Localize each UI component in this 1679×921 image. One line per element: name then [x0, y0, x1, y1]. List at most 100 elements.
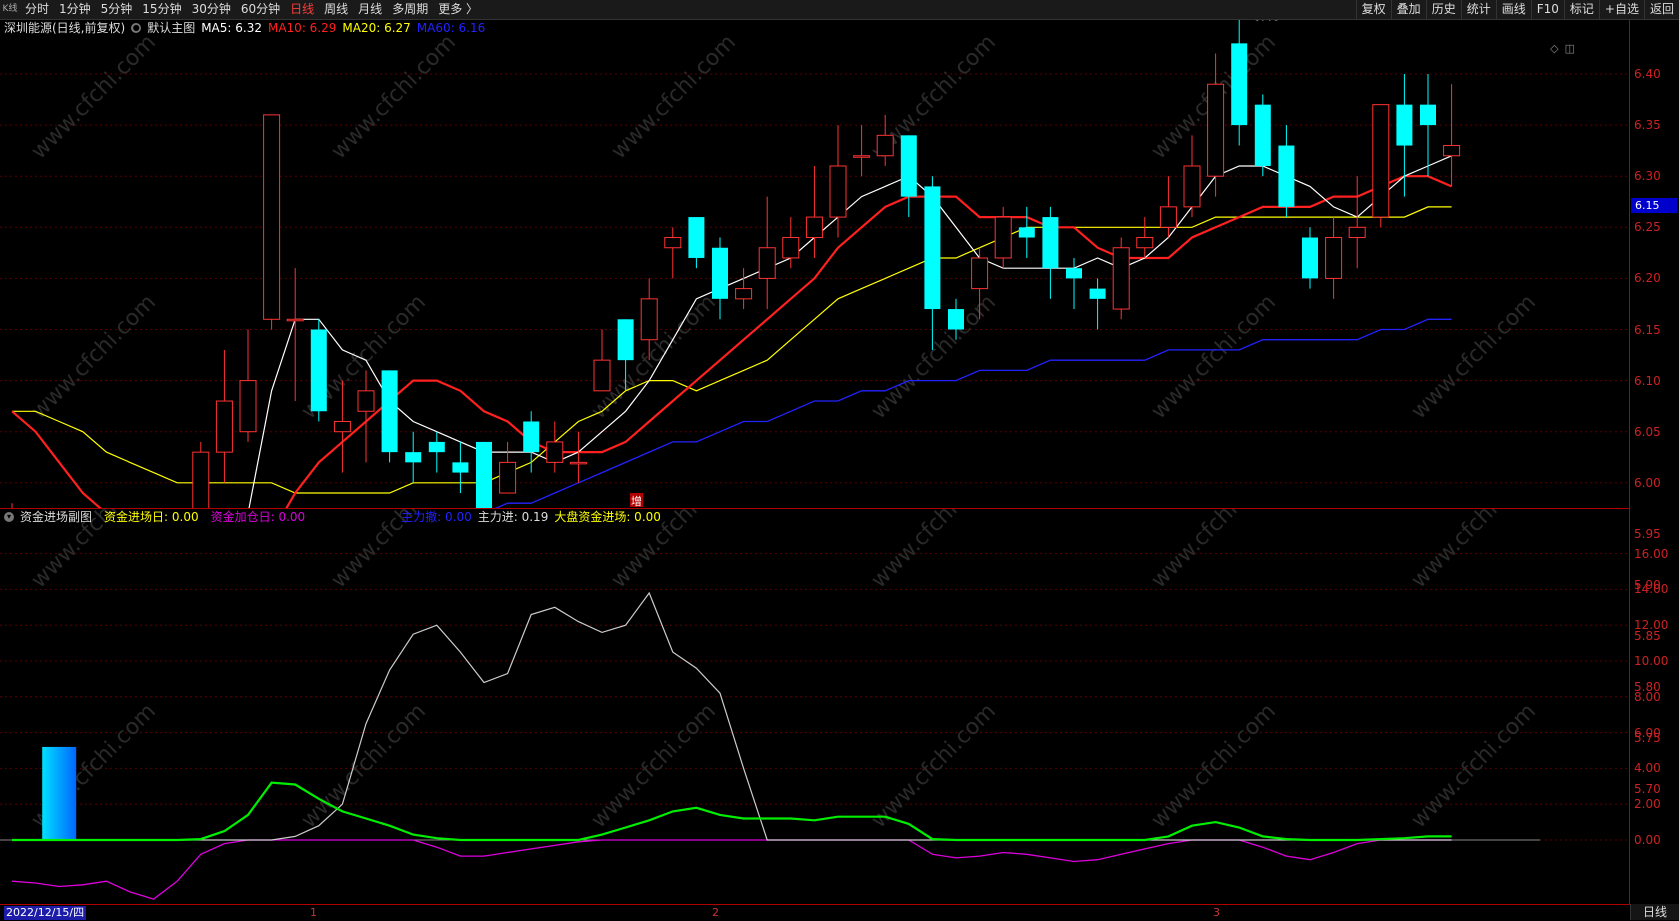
- candle: [735, 268, 753, 310]
- sub-tick-label: 16.00: [1634, 546, 1669, 561]
- candle: [1018, 206, 1035, 258]
- candle: [1302, 227, 1318, 289]
- watermark-text: www.cfchi.com: [867, 290, 1001, 424]
- period-tab-10[interactable]: 更多 〉: [433, 0, 483, 19]
- period-tab-2[interactable]: 5分钟: [96, 0, 138, 19]
- date-bar: 2022/12/15/四 1 2 3: [0, 904, 1679, 921]
- main-chart-panel[interactable]: www.cfchi.com www.cfchi.com www.cfchi.com w…: [0, 10, 1629, 850]
- watermark-text: www.cfchi.com: [1407, 699, 1541, 833]
- sub-tick-label: 2.00: [1634, 797, 1661, 812]
- tool-button-4[interactable]: 画线: [1495, 0, 1531, 19]
- tool-button-8[interactable]: 返回: [1643, 0, 1679, 19]
- candle: [215, 349, 233, 483]
- candle: [1136, 217, 1154, 258]
- sub-tick-label: 12.00: [1634, 618, 1669, 633]
- tool-button-0[interactable]: 复权: [1355, 0, 1391, 19]
- price-tick-label: 6.30: [1634, 169, 1661, 184]
- cursor-date: 2022/12/15/四: [4, 906, 87, 920]
- right-toolbar: 复权 叠加 历史 统计 画线 F10 标记 +自选 返回: [1355, 0, 1679, 19]
- period-tab-6[interactable]: 日线: [285, 0, 319, 19]
- watermark-text: www.cfchi.com: [1407, 509, 1541, 593]
- period-tab-0[interactable]: 分时: [20, 0, 54, 19]
- ma5-label: MA5: 6.32: [201, 21, 262, 35]
- candle: [853, 125, 871, 177]
- watermark-text: www.cfchi.com: [587, 699, 721, 833]
- watermark-text: www.cfchi.com: [1147, 290, 1281, 424]
- candle: [688, 217, 705, 269]
- candle: [1348, 176, 1366, 269]
- candle: [1231, 12, 1248, 146]
- candle: [476, 441, 492, 534]
- sub-label-e: 大盘资金进场: 0.00: [554, 510, 661, 524]
- month-mark-2: 2: [712, 906, 719, 919]
- watermark-text: www.cfchi.com: [27, 30, 161, 164]
- sub-tick-label: 6.00: [1634, 725, 1661, 740]
- white-line: [12, 591, 1452, 841]
- current-price-tag: 6.15: [1631, 198, 1677, 213]
- sub-tick-label: 0.00: [1634, 833, 1661, 847]
- candle: [1042, 206, 1059, 299]
- sub-tick-label: 4.00: [1634, 761, 1661, 776]
- price-tick-label: 6.15: [1634, 322, 1661, 337]
- ma10-label: MA10: 6.29: [267, 21, 337, 35]
- high-label: 6.46: [1253, 20, 1280, 24]
- watermark-text: www.cfchi.com: [297, 699, 431, 833]
- price-tick-label: 6.20: [1634, 271, 1661, 286]
- sub-tick-label: 8.00: [1634, 689, 1661, 704]
- candle: [239, 329, 257, 442]
- candle: [523, 411, 540, 473]
- axis-divider: [1629, 20, 1630, 904]
- candlestick-chart[interactable]: www.cfchi.com www.cfchi.com www.cfchi.com w…: [0, 10, 1629, 850]
- period-tab-9[interactable]: 多周期: [387, 0, 433, 19]
- candle: [758, 196, 776, 310]
- price-tick-label: 6.25: [1634, 220, 1661, 235]
- green-line: [12, 781, 1452, 842]
- candle: [805, 165, 823, 258]
- candle: [593, 329, 611, 392]
- main-info-line: 深圳能源(日线,前复权) ● 默认主图 MA5: 6.32 MA10: 6.29…: [4, 20, 485, 36]
- price-tick-label: 6.35: [1634, 118, 1661, 133]
- sub-tick-label: 10.00: [1634, 654, 1669, 668]
- period-tab-7[interactable]: 周线: [319, 0, 353, 19]
- tool-button-3[interactable]: 统计: [1460, 0, 1496, 19]
- settings-dot-icon[interactable]: ●: [131, 23, 142, 33]
- sub-title[interactable]: 资金进场副图: [20, 509, 92, 525]
- app-logo-icon: K线: [2, 4, 18, 14]
- sub-label-a: 资金进场日: 0.00: [104, 510, 199, 524]
- candle: [900, 135, 917, 218]
- candle: [263, 114, 281, 330]
- period-tab-3[interactable]: 15分钟: [137, 0, 186, 19]
- price-tick-label: 6.40: [1634, 67, 1661, 81]
- candle: [1420, 74, 1436, 177]
- candle: [664, 227, 682, 279]
- sub-tick-label: 14.00: [1634, 582, 1669, 597]
- tool-button-6[interactable]: 标记: [1563, 0, 1599, 19]
- period-tab-5[interactable]: 60分钟: [236, 0, 285, 19]
- diamond-icon[interactable]: ◇: [1550, 42, 1558, 55]
- sub-info-line: ▾ 资金进场副图 资金进场日: 0.00 资金加仓日: 0.00 主力撤: 0.…: [4, 509, 661, 525]
- candle: [192, 441, 210, 637]
- panel-toggle-icon[interactable]: ◫: [1565, 42, 1575, 55]
- sub-chart-panel[interactable]: www.cfchi.com www.cfchi.com www.cfchi.com w…: [0, 459, 1629, 904]
- indicator-chart[interactable]: www.cfchi.com www.cfchi.com www.cfchi.com w…: [0, 459, 1629, 904]
- watermark-text: www.cfchi.com: [27, 290, 161, 424]
- candle: [310, 319, 327, 422]
- tool-button-5[interactable]: F10: [1530, 0, 1564, 19]
- tool-button-7[interactable]: +自选: [1598, 0, 1644, 19]
- stock-name: 深圳能源(日线,前复权): [4, 21, 126, 35]
- tool-button-2[interactable]: 历史: [1425, 0, 1461, 19]
- candle: [3, 503, 21, 575]
- sub-collapse-icon[interactable]: ▾: [4, 512, 14, 522]
- period-tab-4[interactable]: 30分钟: [187, 0, 236, 19]
- period-tab-1[interactable]: 1分钟: [54, 0, 96, 19]
- candle: [1112, 237, 1130, 320]
- period-tab-8[interactable]: 月线: [353, 0, 387, 19]
- period-label[interactable]: 日线: [1630, 904, 1679, 920]
- tool-button-1[interactable]: 叠加: [1390, 0, 1426, 19]
- zeng-text: 增: [631, 494, 642, 508]
- chart-name[interactable]: 默认主图: [147, 20, 195, 36]
- candle: [428, 431, 445, 473]
- fund-entry-bar: [42, 746, 77, 840]
- ma20-label: MA20: 6.27: [342, 21, 411, 35]
- candle: [381, 370, 398, 463]
